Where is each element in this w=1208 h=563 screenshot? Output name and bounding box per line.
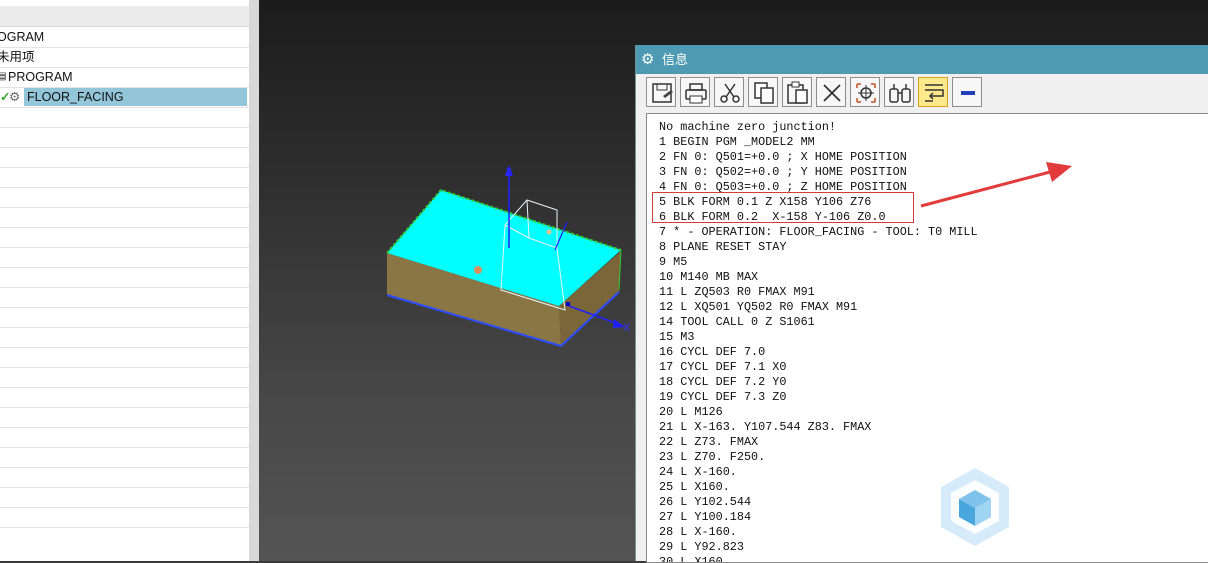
navigator-empty-row[interactable] (0, 407, 249, 428)
program-line: 9 M5 (659, 255, 688, 269)
save-button[interactable] (646, 77, 676, 107)
navigator-empty-row[interactable] (0, 187, 249, 208)
navigator-empty-row[interactable] (0, 327, 249, 348)
info-title-bar[interactable]: ⚙ 信息 (636, 45, 1208, 74)
navigator-empty-row[interactable] (0, 267, 249, 288)
program-line: 19 CYCL DEF 7.3 Z0 (659, 390, 787, 404)
copy-icon (754, 82, 774, 104)
program-line: 7 * - OPERATION: FLOOR_FACING - TOOL: T0… (659, 225, 978, 239)
navigator-empty-row[interactable] (0, 147, 249, 168)
tool-tip-marker (546, 229, 552, 235)
navigator-row-2[interactable]: ▤PROGRAM (0, 67, 249, 88)
navigator-empty-row[interactable] (0, 387, 249, 408)
navigator-row-label: FLOOR_FACING (27, 90, 124, 104)
program-line: No machine zero junction! (659, 120, 836, 134)
navigator-empty-row[interactable] (0, 347, 249, 368)
navigator-empty-row[interactable] (0, 167, 249, 188)
program-line: 17 CYCL DEF 7.1 X0 (659, 360, 787, 374)
find-icon (889, 84, 911, 103)
origin-marker (474, 266, 482, 274)
clear-icon (823, 84, 841, 102)
info-window: ⚙ 信息 No machine zero junction! 1 BEGIN PG… (635, 45, 1208, 563)
program-line: 12 L XQ501 YQ502 R0 FMAX M91 (659, 300, 858, 314)
program-line: 23 L Z70. F250. (659, 450, 766, 464)
program-line: 14 TOOL CALL 0 Z S1061 (659, 315, 815, 329)
program-line: 26 L Y102.544 (659, 495, 752, 509)
navigator-empty-row[interactable] (0, 307, 249, 328)
navigator-empty-row[interactable] (0, 287, 249, 308)
program-line: 15 M3 (659, 330, 695, 344)
program-line: 3 FN 0: Q502=+0.0 ; Y HOME POSITION (659, 165, 907, 179)
cut-icon (720, 83, 740, 103)
program-line: 29 L Y92.823 (659, 540, 744, 554)
program-listing[interactable]: No machine zero junction! 1 BEGIN PGM _MO… (646, 113, 1208, 563)
target-icon (856, 83, 876, 103)
paste-icon (787, 81, 808, 104)
paste-button[interactable] (782, 77, 812, 107)
program-line: 2 FN 0: Q501=+0.0 ; X HOME POSITION (659, 150, 907, 164)
navigator-empty-row[interactable] (0, 107, 249, 128)
navigator-empty-row[interactable] (0, 367, 249, 388)
program-icon: ▤ (0, 67, 6, 87)
find-button[interactable] (884, 77, 914, 107)
cut-button[interactable] (714, 77, 744, 107)
program-line: 10 M140 MB MAX (659, 270, 759, 284)
info-toolbar (636, 74, 1208, 112)
print-icon (685, 83, 707, 104)
navigator-empty-row[interactable] (0, 247, 249, 268)
program-line: 8 PLANE RESET STAY (659, 240, 787, 254)
navigator-row-1[interactable]: 未用项 (0, 47, 249, 68)
program-line: 16 CYCL DEF 7.0 (659, 345, 766, 359)
program-line: 24 L X-160. (659, 465, 737, 479)
navigator-empty-row[interactable] (0, 207, 249, 228)
navigator-empty-row[interactable] (0, 427, 249, 448)
corner-marker (566, 302, 570, 306)
program-line: 21 L X-163. Y107.544 Z83. FMAX (659, 420, 872, 434)
program-line: 1 BEGIN PGM _MODEL2 MM (659, 135, 815, 149)
program-line: 18 CYCL DEF 7.2 Y0 (659, 375, 787, 389)
navigator-row-label: 未用项 (0, 50, 35, 64)
navigator-row-0[interactable]: OGRAM (0, 27, 249, 48)
navigator-empty-row[interactable] (0, 467, 249, 488)
z-axis-label: Z (505, 167, 512, 179)
x-axis-label: X (623, 322, 631, 334)
minimize-icon (961, 91, 975, 95)
navigator-empty-row[interactable] (0, 507, 249, 528)
panel-splitter[interactable] (249, 0, 259, 561)
save-icon (652, 83, 673, 103)
wrap-button[interactable] (918, 77, 948, 107)
program-line: 25 L X160. (659, 480, 730, 494)
program-line: 27 L Y100.184 (659, 510, 752, 524)
program-line: 11 L ZQ503 R0 FMAX M91 (659, 285, 815, 299)
navigator-header (0, 6, 249, 27)
window-title: 信息 (662, 52, 689, 67)
navigator-empty-row[interactable] (0, 447, 249, 468)
program-line: 22 L Z73. FMAX (659, 435, 759, 449)
navigator-row-3[interactable]: ✓ ⚙ FLOOR_FACING (0, 87, 249, 108)
gear-icon: ⚙ (641, 51, 655, 68)
wrap-icon (925, 84, 944, 102)
navigator-row-label: PROGRAM (8, 70, 73, 84)
navigator-empty-row[interactable] (0, 487, 249, 508)
target-button[interactable] (850, 77, 880, 107)
operation-icon: ⚙ (9, 90, 21, 104)
navigator-empty-row[interactable] (0, 127, 249, 148)
minimize-button[interactable] (952, 77, 982, 107)
program-line: 30 L X160. (659, 555, 730, 563)
navigator-row-label: OGRAM (0, 30, 45, 44)
blk-form-highlight-box (652, 192, 914, 223)
program-line: 28 L X-160. (659, 525, 737, 539)
operation-navigator: OGRAM未用项▤PROGRAM✓⚙FLOOR_FACING (0, 0, 250, 561)
navigator-empty-row[interactable] (0, 227, 249, 248)
clear-button[interactable] (816, 77, 846, 107)
print-button[interactable] (680, 77, 710, 107)
program-line: 20 L M126 (659, 405, 723, 419)
copy-button[interactable] (748, 77, 778, 107)
cube-logo-watermark (941, 468, 1009, 546)
